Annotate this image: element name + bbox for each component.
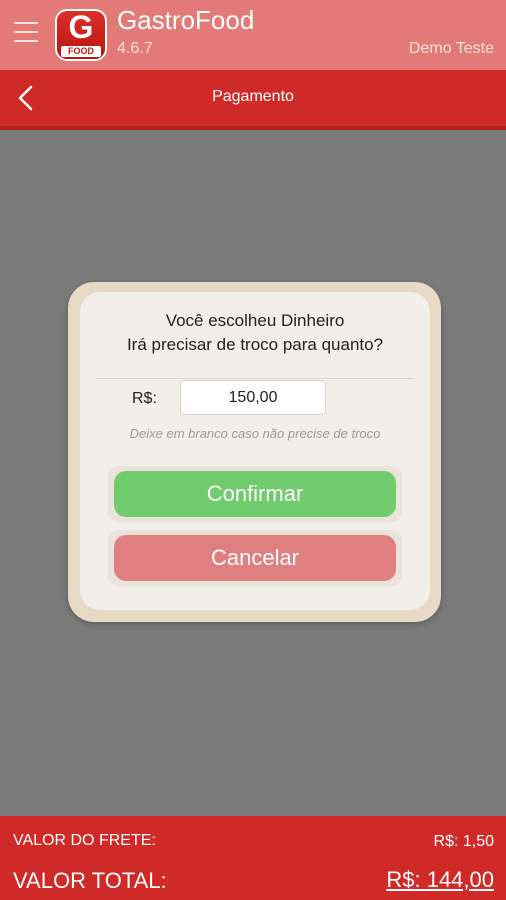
total-value[interactable]: R$: 144,00 [386, 867, 494, 893]
cancel-button-frame: Cancelar [108, 530, 402, 586]
confirm-button[interactable]: Confirmar [114, 471, 396, 517]
logo-text: FOOD [61, 46, 101, 57]
freight-label: VALOR DO FRETE: [13, 832, 156, 849]
dialog-divider [96, 378, 414, 379]
hamburger-menu-icon[interactable] [14, 22, 38, 44]
app-header: G FOOD GastroFood 4.6.7 Demo Teste [0, 0, 506, 70]
app-version: 4.6.7 [117, 40, 153, 57]
dialog-message-line2: Irá precisar de troco para quanto? [126, 335, 384, 354]
dialog-message: Você escolheu Dinheiro Irá precisar de t… [80, 309, 430, 357]
page-title: Pagamento [212, 88, 294, 105]
currency-label: R$: [132, 390, 157, 407]
change-dialog: Você escolheu Dinheiro Irá precisar de t… [80, 292, 430, 610]
app-title: GastroFood [117, 5, 255, 35]
freight-value: R$: 1,50 [433, 833, 494, 850]
hint-text: Deixe em branco caso não precise de troc… [129, 426, 381, 441]
confirm-button-frame: Confirmar [108, 466, 402, 522]
dialog-message-line1: Você escolheu Dinheiro [165, 311, 345, 330]
nav-bar: Pagamento [0, 70, 506, 126]
app-logo: G FOOD [55, 9, 107, 61]
change-amount-input[interactable] [180, 380, 326, 415]
order-summary-footer: VALOR DO FRETE: R$: 1,50 VALOR TOTAL: R$… [0, 816, 506, 900]
cancel-button[interactable]: Cancelar [114, 535, 396, 581]
user-name[interactable]: Demo Teste [409, 40, 494, 58]
logo-letter: G [68, 9, 94, 45]
total-label: VALOR TOTAL: [13, 868, 167, 893]
